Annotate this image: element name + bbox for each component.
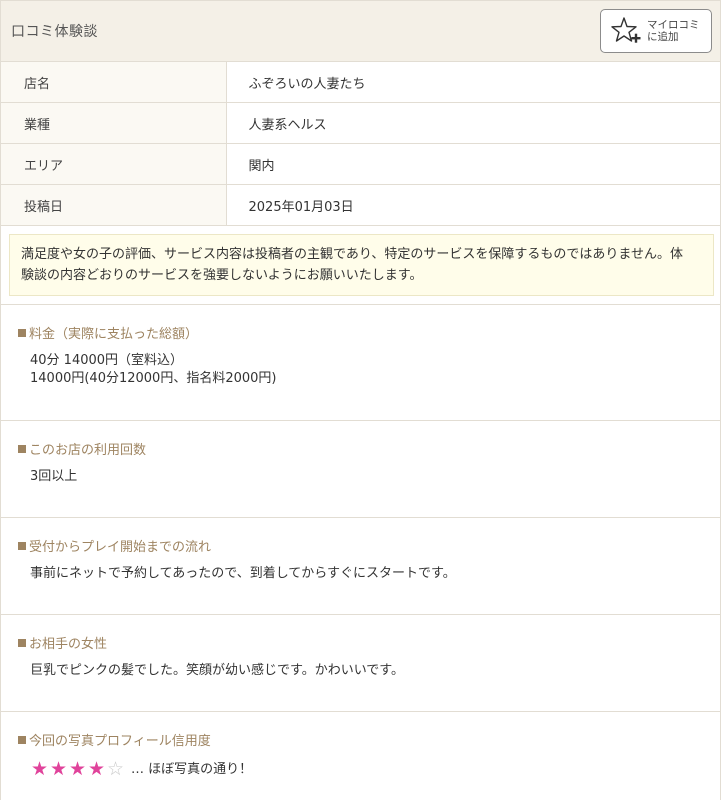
- square-bullet-icon: [18, 735, 26, 744]
- add-button-line1: マイロコミ: [647, 19, 700, 31]
- shop-info-table: 店名 ふぞろいの人妻たち 業種 人妻系ヘルス エリア 関内 投稿日 2025年0…: [1, 62, 720, 226]
- info-label: エリア: [1, 143, 227, 185]
- info-label: 業種: [1, 102, 227, 144]
- section-title: 受付からプレイ開始までの流れ: [18, 536, 720, 555]
- notice-line: 満足度や女の子の評価、サービス内容は投稿者の主観であり、特定のサービスを保障する…: [21, 247, 683, 262]
- info-row-area: エリア 関内: [1, 143, 720, 185]
- price-line: 14000円(40分12000円、指名料2000円): [30, 371, 277, 386]
- section-body: 巨乳でピンクの髪でした。笑顔が幼い感じです。かわいいです。: [18, 662, 720, 680]
- section-title: 料金（実際に支払った総額）: [18, 323, 720, 342]
- square-bullet-icon: [18, 541, 26, 550]
- add-button-label: マイロコミ に追加: [647, 19, 700, 43]
- section-title-text: お相手の女性: [29, 636, 108, 652]
- disclaimer-notice: 満足度や女の子の評価、サービス内容は投稿者の主観であり、特定のサービスを保障する…: [9, 234, 714, 296]
- section-title-text: このお店の利用回数: [29, 442, 147, 458]
- rating-stars: ★ ★ ★ ★ ☆: [30, 759, 125, 781]
- section-title-text: 受付からプレイ開始までの流れ: [29, 539, 212, 555]
- info-row-date: 投稿日 2025年01月03日: [1, 184, 720, 226]
- section-photo-credibility: 今回の写真プロフィール信用度 ★ ★ ★ ★ ☆ … ほぼ写真の通り！: [1, 712, 720, 802]
- rating-comment: … ほぼ写真の通り！: [131, 762, 253, 777]
- review-header: 口コミ体験談 マイロコミ に追加: [1, 0, 720, 62]
- notice-wrapper: 満足度や女の子の評価、サービス内容は投稿者の主観であり、特定のサービスを保障する…: [1, 226, 720, 305]
- page-title: 口コミ体験談: [11, 24, 98, 40]
- price-line: 40分 14000円（室料込）: [30, 353, 184, 368]
- photo-rating: ★ ★ ★ ★ ☆ … ほぼ写真の通り！: [18, 759, 720, 781]
- section-title: お相手の女性: [18, 633, 720, 652]
- star-filled-icon: ★: [30, 758, 49, 780]
- section-price: 料金（実際に支払った総額） 40分 14000円（室料込） 14000円(40分…: [1, 305, 720, 421]
- info-label: 店名: [1, 62, 227, 103]
- section-body: 事前にネットで予約してあったので、到着してからすぐにスタートです。: [18, 565, 720, 583]
- square-bullet-icon: [18, 444, 26, 453]
- section-partner: お相手の女性 巨乳でピンクの髪でした。笑顔が幼い感じです。かわいいです。: [1, 615, 720, 712]
- info-value-post-date: 2025年01月03日: [226, 184, 720, 226]
- star-filled-icon: ★: [49, 758, 68, 780]
- review-page: 口コミ体験談 マイロコミ に追加 店名 ふぞろいの人妻たち 業種 人妻系ヘルス …: [0, 0, 721, 800]
- info-row-genre: 業種 人妻系ヘルス: [1, 102, 720, 144]
- section-title-text: 料金（実際に支払った総額）: [29, 326, 199, 342]
- flow-text: 事前にネットで予約してあったので、到着してからすぐにスタートです。: [30, 566, 456, 581]
- section-title: このお店の利用回数: [18, 439, 720, 458]
- info-value-area: 関内: [226, 143, 720, 185]
- section-body: 40分 14000円（室料込） 14000円(40分12000円、指名料2000…: [18, 352, 720, 388]
- section-body: 3回以上: [18, 468, 720, 486]
- square-bullet-icon: [18, 328, 26, 337]
- partner-text: 巨乳でピンクの髪でした。笑顔が幼い感じです。かわいいです。: [30, 663, 405, 678]
- add-to-my-reviews-button[interactable]: マイロコミ に追加: [600, 9, 712, 53]
- star-empty-icon: ☆: [106, 758, 125, 780]
- info-row-shop: 店名 ふぞろいの人妻たち: [1, 62, 720, 103]
- star-filled-icon: ★: [87, 758, 106, 780]
- info-value-genre: 人妻系ヘルス: [226, 102, 720, 144]
- square-bullet-icon: [18, 638, 26, 647]
- star-filled-icon: ★: [68, 758, 87, 780]
- section-visits: このお店の利用回数 3回以上: [1, 421, 720, 518]
- star-plus-icon: [611, 17, 641, 43]
- info-value-shop-name: ふぞろいの人妻たち: [226, 62, 720, 103]
- section-title: 今回の写真プロフィール信用度: [18, 730, 720, 749]
- visits-value: 3回以上: [30, 469, 78, 484]
- section-flow: 受付からプレイ開始までの流れ 事前にネットで予約してあったので、到着してからすぐ…: [1, 518, 720, 615]
- info-label: 投稿日: [1, 184, 227, 226]
- add-button-line2: に追加: [647, 31, 679, 43]
- section-title-text: 今回の写真プロフィール信用度: [29, 733, 211, 749]
- notice-line: 験談の内容どおりのサービスを強要しないようにお願いいたします。: [21, 268, 423, 283]
